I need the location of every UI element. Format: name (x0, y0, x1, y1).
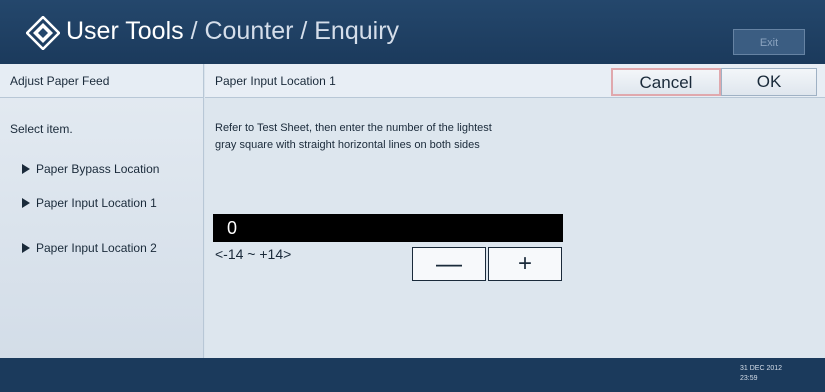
status-bar: 31 DEC 2012 23:59 (0, 358, 825, 392)
status-date: 31 DEC 2012 (740, 365, 783, 372)
user-tools-icon (26, 16, 60, 50)
setting-title: Paper Input Location 1 (215, 74, 336, 88)
sidebar: Adjust Paper Feed Select item. Paper Byp… (0, 64, 204, 358)
value-display: 0 (213, 214, 563, 242)
ok-button[interactable]: OK (721, 68, 817, 96)
sidebar-item-paper-bypass-location[interactable]: Paper Bypass Location (22, 162, 159, 176)
instruction-line-2: gray square with straight horizontal lin… (215, 139, 480, 151)
range-label: <-14 ~ +14> (215, 246, 292, 262)
title-bar: User Tools / Counter / Enquiry Exit (0, 0, 825, 64)
sidebar-item-label: Paper Bypass Location (36, 162, 160, 176)
sidebar-item-label: Paper Input Location 1 (36, 196, 157, 210)
instruction-line-1: Refer to Test Sheet, then enter the numb… (215, 122, 492, 134)
sidebar-item-paper-input-location-2[interactable]: Paper Input Location 2 (22, 241, 157, 255)
decrease-button[interactable]: — (412, 247, 486, 281)
page-title: User Tools / Counter / Enquiry (66, 14, 399, 48)
screen: User Tools / Counter / Enquiry Exit Adju… (0, 0, 825, 392)
instruction-text: Refer to Test Sheet, then enter the numb… (215, 120, 492, 154)
title-secondary: / Counter / Enquiry (183, 17, 400, 45)
title-primary: User Tools (66, 17, 184, 45)
increase-button[interactable]: + (488, 247, 562, 281)
triangle-right-icon (22, 164, 30, 174)
triangle-right-icon (22, 198, 30, 208)
main-header: Paper Input Location 1 Cancel OK (205, 64, 825, 98)
cancel-button[interactable]: Cancel (611, 68, 721, 96)
status-datetime: 31 DEC 2012 23:59 (740, 364, 782, 384)
select-item-label: Select item. (10, 122, 73, 136)
sidebar-item-label: Paper Input Location 2 (36, 241, 157, 255)
main-panel: Refer to Test Sheet, then enter the numb… (205, 98, 825, 358)
triangle-right-icon (22, 243, 30, 253)
sidebar-header: Adjust Paper Feed (0, 64, 203, 98)
exit-button[interactable]: Exit (733, 29, 805, 55)
sidebar-item-paper-input-location-1[interactable]: Paper Input Location 1 (22, 196, 157, 210)
status-time: 23:59 (740, 375, 758, 382)
